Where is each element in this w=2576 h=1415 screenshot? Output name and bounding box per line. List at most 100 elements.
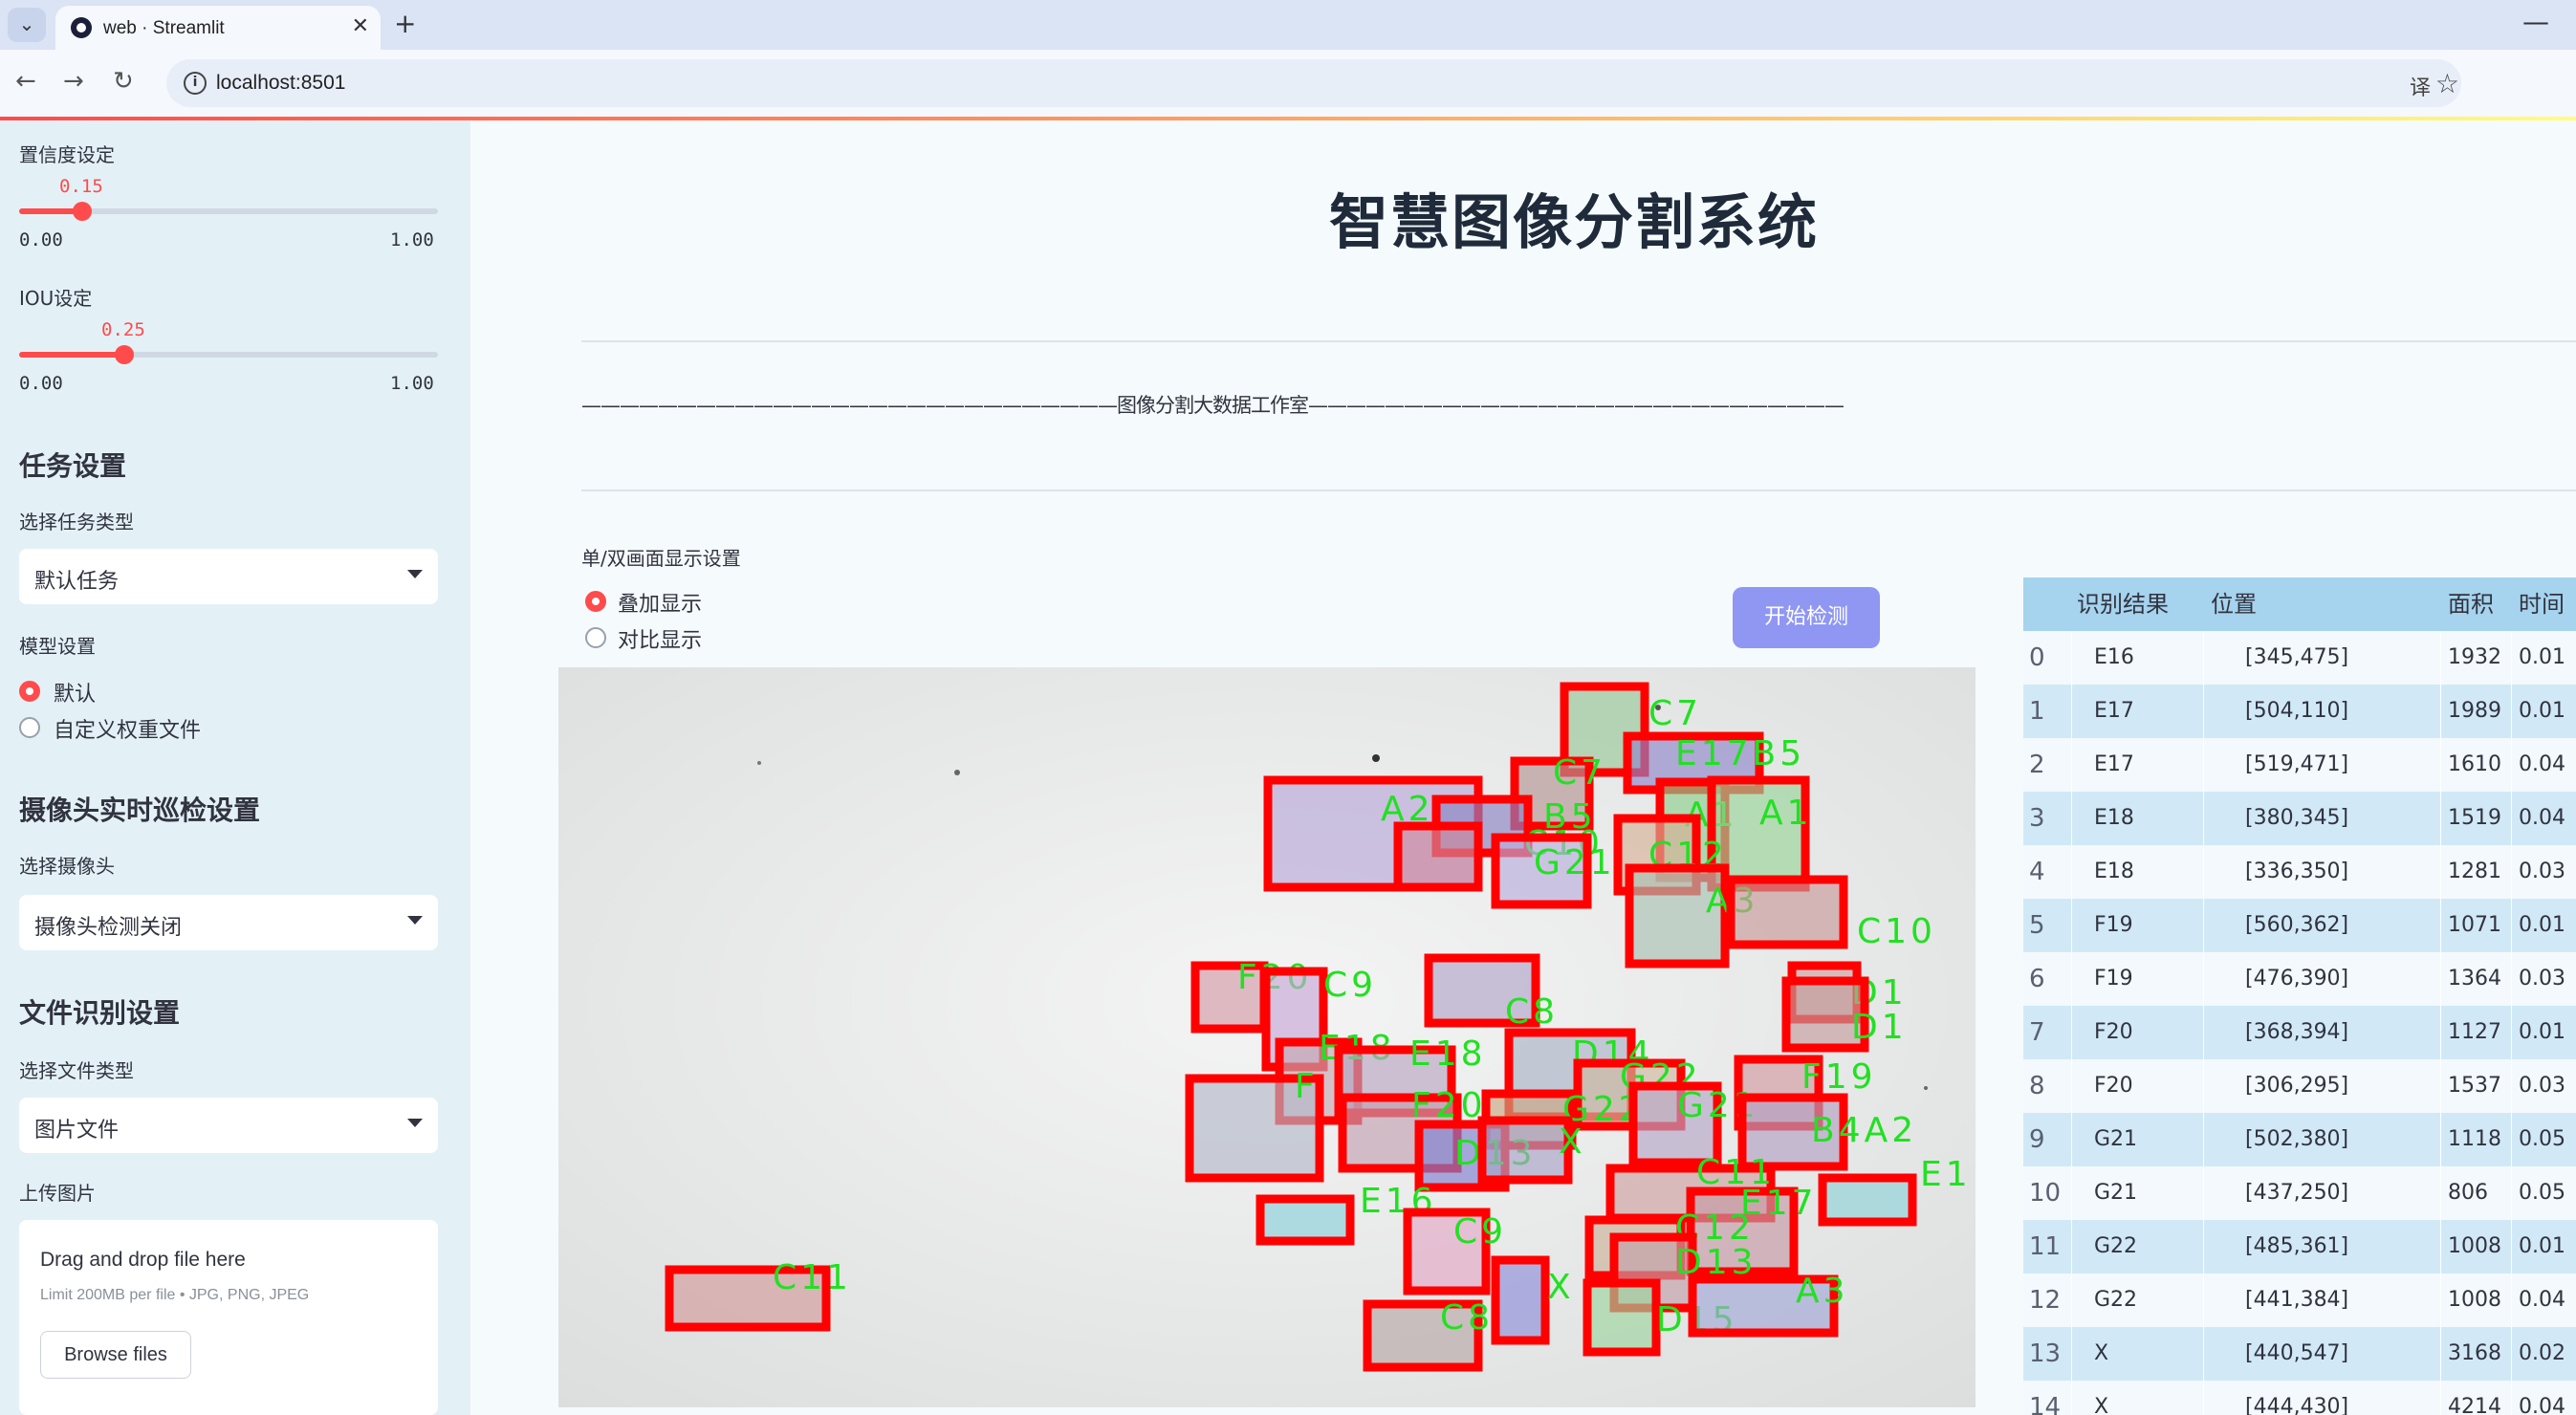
bookmark-star-icon[interactable]: ☆ [2435,68,2459,99]
cell-time: 0.05 [2519,1181,2565,1205]
table-row[interactable]: 9 G21 [502,380] 1118 0.05 [2023,1113,2576,1166]
column-separator [2203,952,2204,1006]
divider [581,490,2576,491]
new-tab-plus-icon[interactable]: + [394,8,416,39]
table-row[interactable]: 3 E18 [380,345] 1519 0.04 [2023,792,2576,845]
table-row[interactable]: 13 X [440,547] 3168 0.02 [2023,1327,2576,1381]
cell-time: 0.01 [2519,913,2565,937]
detection-label: F19 [1801,1057,1877,1097]
page-title: 智慧图像分割系统 [1329,187,1820,257]
chevron-down-icon [407,570,423,578]
file-type-select[interactable]: 图片文件 [19,1098,438,1153]
table-row[interactable]: 6 F19 [476,390] 1364 0.03 [2023,952,2576,1006]
cell-result: F20 [2094,1020,2133,1044]
column-separator [2071,685,2072,738]
table-row[interactable]: 8 F20 [306,295] 1537 0.03 [2023,1059,2576,1113]
table-row[interactable]: 7 F20 [368,394] 1127 0.01 [2023,1006,2576,1059]
table-row[interactable]: 2 E17 [519,471] 1610 0.04 [2023,738,2576,792]
column-separator [2071,952,2072,1006]
column-separator [2440,1327,2441,1381]
table-row[interactable]: 5 F19 [560,362] 1071 0.01 [2023,899,2576,952]
window-minimize-icon[interactable]: — [2522,6,2549,37]
reload-icon[interactable]: ↻ [113,67,134,96]
detection-mask [1255,1194,1355,1246]
cell-position: [336,350] [2245,860,2349,883]
cell-result: E18 [2094,806,2134,830]
detection-mask [1818,1173,1917,1227]
detection-label: C11 [773,1258,852,1297]
column-separator [2511,738,2512,792]
address-bar-row: ← → ↻ i localhost:8501 译 ☆ [0,50,2576,117]
back-arrow-icon[interactable]: ← [15,67,36,96]
cell-time: 0.04 [2519,806,2565,830]
column-separator [2511,631,2512,685]
table-row[interactable]: 10 G21 [437,250] 806 0.05 [2023,1166,2576,1220]
tab-search-chevron-icon[interactable]: ⌄ [8,8,46,42]
table-row[interactable]: 11 G22 [485,361] 1008 0.01 [2023,1220,2576,1274]
detection-box: A3 [1688,1272,1845,1338]
row-index: 12 [2029,1286,2062,1315]
detection-box: C8 [1424,953,1555,1032]
confidence-slider[interactable]: 0.15 [19,176,438,221]
iou-slider[interactable]: 0.25 [19,319,438,364]
table-row[interactable]: 1 E17 [504,110] 1989 0.01 [2023,685,2576,738]
detection-label: E17B5 [1675,734,1805,773]
iou-slider-thumb[interactable] [115,345,134,364]
url-input[interactable]: i localhost:8501 译 ☆ [166,59,2461,107]
confidence-min: 0.00 [19,229,63,250]
column-separator [2440,845,2441,899]
translate-icon[interactable]: 译 [2410,71,2431,101]
header-area[interactable]: 面积 [2448,577,2494,631]
column-separator [2511,899,2512,952]
table-row[interactable]: 14 X [444,430] 4214 0.04 [2023,1381,2576,1415]
table-row[interactable]: 12 G22 [441,384] 1008 0.04 [2023,1274,2576,1327]
cell-result: G21 [2094,1181,2138,1205]
chevron-down-icon [407,1119,423,1127]
camera-select[interactable]: 摄像头检测关闭 [19,895,438,950]
results-table[interactable]: 识别结果 位置 面积 时间 0 E16 [345,475] 1932 0.01 1 E17 [… [2023,577,2576,1415]
table-row[interactable]: 0 E16 [345,475] 1932 0.01 [2023,631,2576,685]
dropzone-subtitle: Limit 200MB per file • JPG, PNG, JPEG [40,1287,310,1303]
browser-tab[interactable]: web · Streamlit ✕ [55,6,381,50]
detection-label: X [1547,1268,1575,1307]
cell-result: X [2094,1395,2109,1415]
task-type-select[interactable]: 默认任务 [19,549,438,604]
cell-time: 0.03 [2519,1074,2565,1098]
column-separator [2203,899,2204,952]
cell-time: 0.02 [2519,1341,2565,1365]
column-separator [2071,1327,2072,1381]
header-result[interactable]: 识别结果 [2077,577,2169,631]
file-dropzone[interactable]: Drag and drop file here Limit 200MB per … [19,1220,438,1415]
cell-area: 1008 [2448,1234,2501,1258]
cell-area: 1364 [2448,967,2501,990]
cell-area: 1519 [2448,806,2501,830]
browse-files-button[interactable]: Browse files [40,1331,191,1379]
compare-display-radio[interactable] [585,627,606,648]
column-separator [2203,792,2204,845]
overlay-display-radio[interactable] [585,591,606,612]
column-separator [2440,1166,2441,1220]
forward-arrow-icon[interactable]: → [63,67,84,96]
cell-time: 0.04 [2519,1395,2565,1415]
confidence-slider-thumb[interactable] [73,202,92,221]
column-separator [2511,1006,2512,1059]
cell-time: 0.05 [2519,1127,2565,1151]
cell-position: [485,361] [2245,1234,2349,1258]
detection-label: F [1295,1067,1319,1106]
tab-close-icon[interactable]: ✕ [352,14,369,38]
task-type-label: 选择任务类型 [19,511,134,533]
column-separator [2203,1166,2204,1220]
cell-result: G22 [2094,1234,2138,1258]
cell-time: 0.04 [2519,752,2565,776]
model-default-radio[interactable] [19,681,40,702]
detection-label: A1 [1759,794,1813,833]
column-separator [2440,1220,2441,1274]
column-separator [2511,1059,2512,1113]
header-position[interactable]: 位置 [2211,577,2257,631]
column-separator [2071,1059,2072,1113]
site-info-icon[interactable]: i [184,72,207,95]
model-custom-radio[interactable] [19,717,40,738]
start-detection-button[interactable]: 开始检测 [1733,587,1880,648]
table-row[interactable]: 4 E18 [336,350] 1281 0.03 [2023,845,2576,899]
header-time[interactable]: 时间 [2519,577,2565,631]
